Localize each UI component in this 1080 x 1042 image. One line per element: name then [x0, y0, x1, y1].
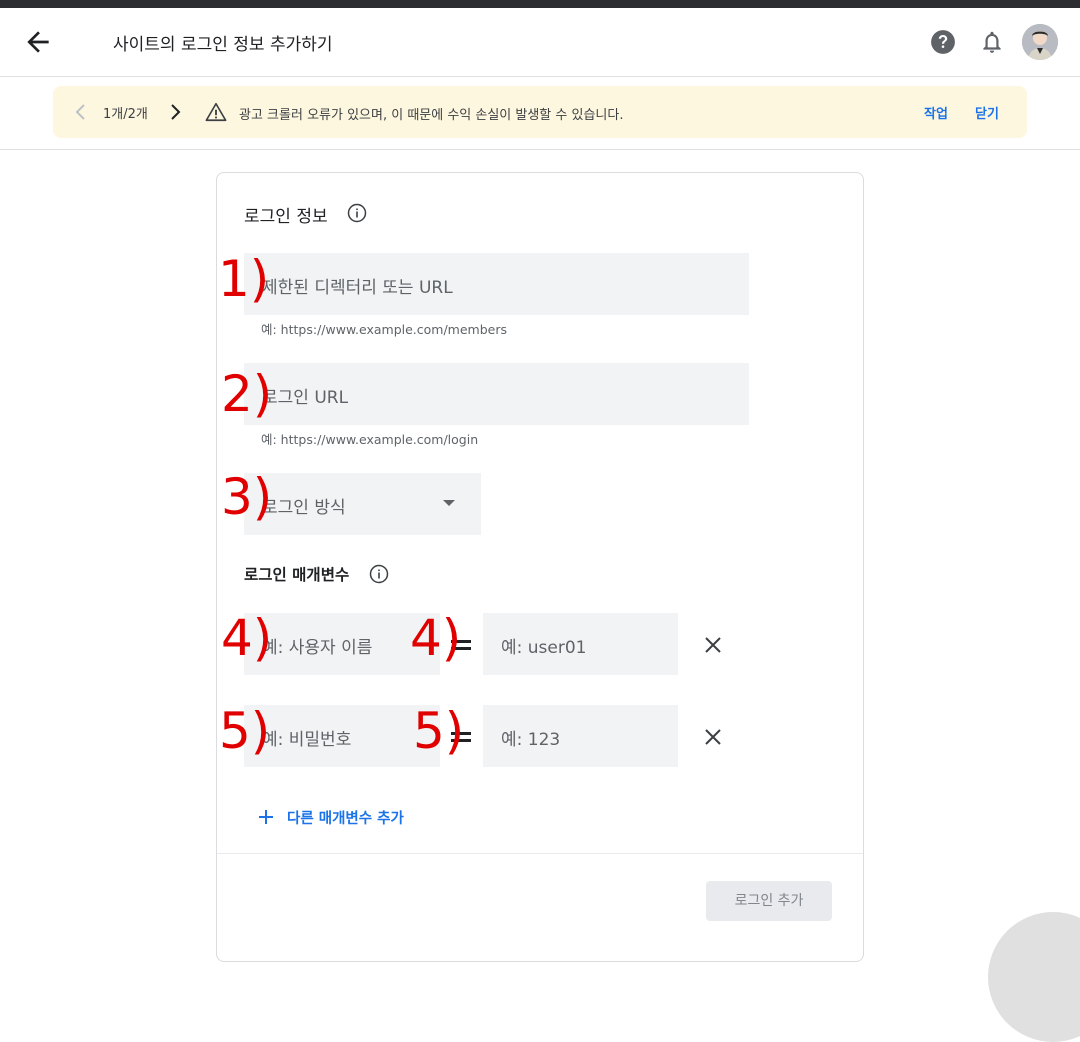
avatar[interactable]	[1022, 24, 1058, 60]
warning-banner: 1개/2개 광고 크롤러 오류가 있으며, 이 때문에 수익 손실이 발생할 수…	[53, 86, 1027, 138]
annotation-label-3: 3)	[221, 468, 273, 526]
login-method-select[interactable]: 로그인 방식	[244, 473, 481, 535]
window-top-strip	[0, 0, 1080, 8]
add-param-label: 다른 매개변수 추가	[287, 811, 404, 827]
login-info-card: 로그인 정보 제한된 디렉터리 또는 URL 예: https://www.ex…	[216, 172, 864, 962]
card-title: 로그인 정보	[244, 207, 328, 227]
back-arrow-icon[interactable]	[22, 26, 54, 58]
param-name-input-2[interactable]: 예: 비밀번호	[244, 705, 440, 767]
dropdown-arrow-icon	[443, 500, 455, 506]
params-title: 로그인 매개변수	[244, 566, 350, 584]
login-method-placeholder: 로그인 방식	[262, 498, 346, 518]
param-name-placeholder-2: 예: 비밀번호	[262, 730, 352, 750]
param-name-placeholder-1: 예: 사용자 이름	[262, 638, 373, 658]
banner-area: 1개/2개 광고 크롤러 오류가 있으며, 이 때문에 수익 손실이 발생할 수…	[0, 77, 1080, 150]
remove-param-icon[interactable]	[701, 725, 725, 749]
login-url-placeholder: 로그인 URL	[262, 388, 349, 408]
annotation-label-5a: 5)	[219, 702, 271, 760]
card-divider	[217, 853, 863, 854]
page-title: 사이트의 로그인 정보 추가하기	[113, 35, 333, 55]
login-url-input[interactable]: 로그인 URL	[244, 363, 749, 425]
info-icon[interactable]	[347, 203, 367, 223]
annotation-label-1: 1)	[218, 250, 270, 308]
help-icon[interactable]	[930, 29, 956, 55]
add-login-button[interactable]: 로그인 추가	[706, 881, 832, 921]
plus-icon	[259, 810, 273, 824]
banner-pager: 1개/2개	[103, 107, 148, 122]
chevron-left-icon[interactable]	[71, 100, 91, 124]
scroll-fab-button[interactable]	[988, 912, 1080, 1042]
params-info-icon[interactable]	[369, 564, 389, 584]
restricted-url-input[interactable]: 제한된 디렉터리 또는 URL	[244, 253, 749, 315]
param-value-placeholder-2: 예: 123	[501, 730, 561, 750]
remove-param-icon[interactable]	[701, 633, 725, 657]
app-header: 사이트의 로그인 정보 추가하기	[0, 8, 1080, 77]
notification-bell-icon[interactable]	[979, 29, 1005, 55]
chevron-right-icon[interactable]	[165, 100, 185, 124]
warning-icon	[205, 101, 227, 123]
annotation-label-5b: 5)	[413, 702, 465, 760]
annotation-label-4b: 4)	[410, 609, 462, 667]
restricted-url-placeholder: 제한된 디렉터리 또는 URL	[262, 278, 453, 298]
annotation-label-2: 2)	[221, 365, 273, 423]
param-value-input-1[interactable]: 예: user01	[483, 613, 678, 675]
annotation-label-4a: 4)	[221, 609, 273, 667]
param-value-input-2[interactable]: 예: 123	[483, 705, 678, 767]
restricted-url-helper: 예: https://www.example.com/members	[261, 322, 507, 337]
login-url-helper: 예: https://www.example.com/login	[261, 432, 479, 447]
banner-message: 광고 크롤러 오류가 있으며, 이 때문에 수익 손실이 발생할 수 있습니다.	[239, 108, 624, 123]
param-value-placeholder-1: 예: user01	[501, 638, 587, 658]
banner-action-link[interactable]: 작업	[924, 103, 948, 122]
banner-close-link[interactable]: 닫기	[975, 103, 999, 122]
